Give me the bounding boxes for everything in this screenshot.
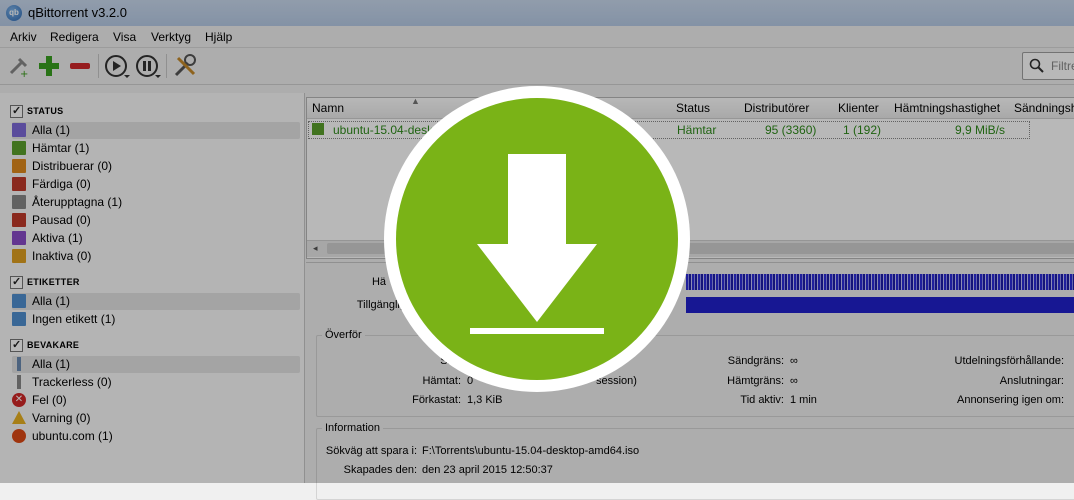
download-arrow-icon bbox=[384, 86, 690, 392]
